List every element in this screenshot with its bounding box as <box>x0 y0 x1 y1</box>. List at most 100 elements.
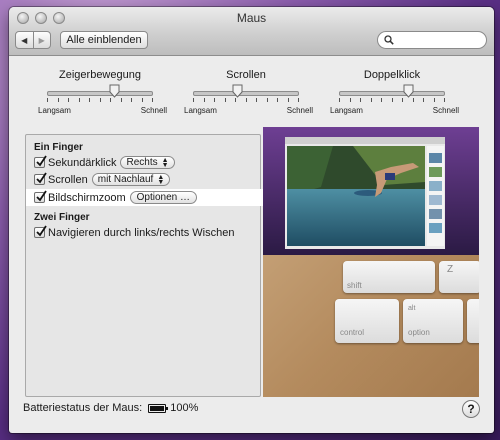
slider-ticks <box>47 98 153 102</box>
slider-tick <box>89 98 90 102</box>
back-forward-control: ◀ ▶ <box>15 31 51 49</box>
slider-thumb[interactable] <box>403 84 414 98</box>
slider-min-label: Langsam <box>330 106 363 115</box>
control-key: control <box>335 299 399 343</box>
slider-title: Doppelklick <box>363 69 421 81</box>
slider-tick <box>68 98 69 102</box>
slider-tick <box>203 98 205 102</box>
scrolling-label: Scrollen <box>48 173 88 186</box>
slider-tick <box>235 98 236 102</box>
slider-tick <box>444 98 445 102</box>
gesture-list: Ein Finger Sekundärklick Rechts ▲ ▼ Scrol… <box>25 134 280 397</box>
slider-title: Zeigerbewegung <box>59 69 141 81</box>
slider-tick <box>391 98 393 102</box>
slider-tick <box>57 98 59 102</box>
slider-thumb[interactable] <box>232 84 243 98</box>
slider-max-label: Schnell <box>286 106 313 115</box>
slider-tick <box>339 98 340 102</box>
swipe-navigate-label: Navigieren durch links/rechts Wischen <box>48 226 235 239</box>
secondary-click-label: Sekundärklick <box>48 156 117 169</box>
z-key: Z <box>439 261 479 293</box>
scrolling-popup[interactable]: mit Nachlauf ▲ ▼ <box>91 173 171 186</box>
key-label: Z <box>447 264 454 275</box>
slider-tick <box>287 98 289 102</box>
slider-thumb[interactable] <box>109 84 120 98</box>
slider-tick <box>277 98 278 102</box>
command-key <box>467 299 479 343</box>
key-label: alt <box>408 305 416 312</box>
search-input[interactable] <box>396 33 480 47</box>
zoom-options-button[interactable]: Optionen … <box>129 191 198 204</box>
slider-track[interactable] <box>193 91 299 96</box>
tracking-speed-slider: Zeigerbewegung Langsam Schnell <box>38 69 167 115</box>
one-finger-heading: Ein Finger <box>34 142 83 153</box>
preview-screen <box>263 127 479 255</box>
slider-tick <box>214 98 215 102</box>
secondary-click-popup[interactable]: Rechts ▲ ▼ <box>120 156 175 169</box>
slider-tick <box>256 98 257 102</box>
slider-tick <box>360 98 361 102</box>
slider-tick <box>224 98 226 102</box>
slider-tick <box>266 98 268 102</box>
search-field[interactable] <box>377 31 487 49</box>
window-title: Maus <box>236 11 267 25</box>
swipe-navigate-row: Navigieren durch links/rechts Wischen <box>34 225 234 240</box>
slider-ticks <box>193 98 299 102</box>
checkmark-icon <box>36 172 47 184</box>
slider-tick <box>99 98 101 102</box>
help-button[interactable]: ? <box>462 400 480 418</box>
slider-tick <box>370 98 372 102</box>
checkmark-icon <box>36 225 47 237</box>
slider-tick <box>47 98 48 102</box>
gesture-preview: shift Z control alt option <box>263 127 479 397</box>
slider-tick <box>131 98 132 102</box>
slider-title: Scrollen <box>226 69 266 81</box>
title-bar: Maus ◀ ▶ Alle einblenden <box>9 7 494 56</box>
secondary-click-checkbox[interactable] <box>34 155 47 168</box>
preview-screen-image <box>263 127 479 255</box>
key-label: option <box>408 328 430 337</box>
slider-tick <box>152 98 153 102</box>
swipe-navigate-checkbox[interactable] <box>34 225 47 238</box>
checkmark-icon <box>36 190 47 202</box>
scrolling-checkbox[interactable] <box>34 172 47 185</box>
screen-zoom-row[interactable]: Bildschirmzoom Optionen … <box>34 190 198 205</box>
battery-label: Batteriestatus der Maus: <box>23 402 143 414</box>
slider-tick <box>141 98 143 102</box>
battery-status: Batteriestatus der Maus: 100% <box>23 402 198 414</box>
slider-tick <box>110 98 111 102</box>
show-all-button[interactable]: Alle einblenden <box>60 31 148 49</box>
updown-arrows-icon: ▲ ▼ <box>157 173 165 186</box>
slider-track[interactable] <box>47 91 153 96</box>
back-arrow-icon[interactable]: ◀ <box>16 32 33 48</box>
slider-tick <box>381 98 382 102</box>
slider-tick <box>349 98 351 102</box>
screen-zoom-checkbox[interactable] <box>34 190 47 203</box>
slider-tick <box>120 98 122 102</box>
option-key: alt option <box>403 299 463 343</box>
battery-icon <box>148 403 169 413</box>
scrolling-speed-slider: Scrollen Langsam Schnell <box>184 69 313 115</box>
scrolling-row: Scrollen mit Nachlauf ▲ ▼ <box>34 172 171 187</box>
slider-tick <box>402 98 403 102</box>
shift-key: shift <box>343 261 435 293</box>
slider-max-label: Schnell <box>140 106 167 115</box>
popup-value: mit Nachlauf <box>97 174 154 185</box>
forward-arrow-icon[interactable]: ▶ <box>32 32 51 48</box>
slider-tick <box>245 98 247 102</box>
search-icon <box>384 35 394 45</box>
popup-value: Rechts <box>126 157 158 168</box>
key-label: control <box>340 328 365 337</box>
secondary-click-row: Sekundärklick Rechts ▲ ▼ <box>34 155 175 170</box>
screen-zoom-label: Bildschirmzoom <box>48 191 126 204</box>
slider-track[interactable] <box>339 91 445 96</box>
slider-ticks <box>339 98 445 102</box>
battery-percent: 100% <box>170 402 199 414</box>
slider-max-label: Schnell <box>432 106 459 115</box>
slider-tick <box>433 98 435 102</box>
slider-tick <box>412 98 414 102</box>
slider-min-label: Langsam <box>38 106 71 115</box>
slider-tick <box>298 98 299 102</box>
two-finger-heading: Zwei Finger <box>34 212 90 223</box>
slider-min-label: Langsam <box>184 106 217 115</box>
